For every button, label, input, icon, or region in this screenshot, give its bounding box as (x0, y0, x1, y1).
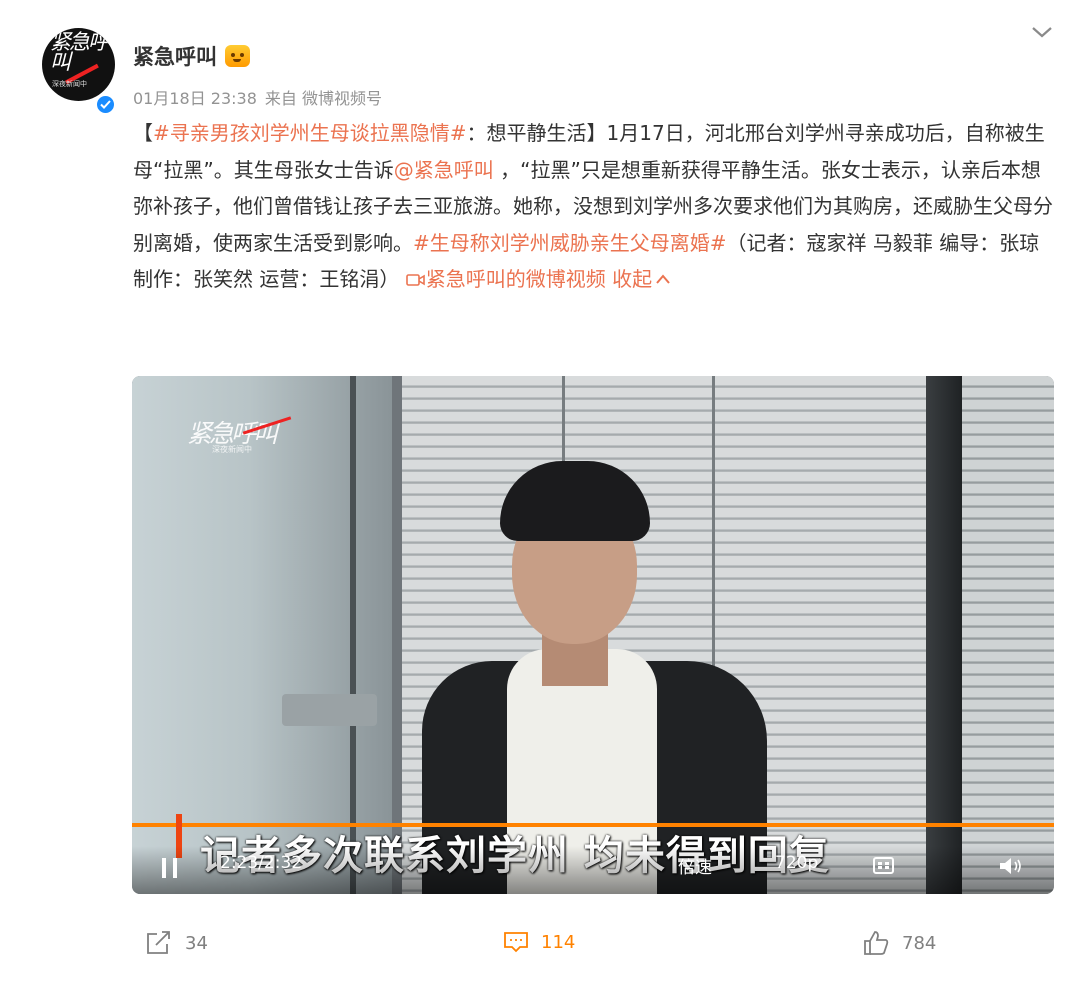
avatar-logo-text: 紧急呼叫 (50, 30, 109, 74)
comment-button[interactable]: 114 (503, 930, 575, 954)
repost-count: 34 (185, 932, 208, 954)
repost-button[interactable]: 34 (145, 930, 208, 956)
verified-check-icon (95, 94, 116, 115)
comment-icon (504, 932, 528, 953)
like-count: 784 (902, 932, 937, 954)
video-watermark-tag: 深夜新闻中 (212, 445, 252, 454)
video-door-handle (282, 694, 377, 726)
video-window-frame (926, 376, 962, 894)
video-icon (405, 267, 426, 291)
video-blinds-right (962, 376, 1054, 894)
like-icon (864, 931, 889, 955)
hashtag-link[interactable]: #寻亲男孩刘学州生母谈拉黑隐情# (153, 121, 467, 145)
avatar-tagline: 深夜新闻中 (52, 80, 87, 88)
hashtag-link[interactable]: #生母称刘学州威胁亲生父母离婚# (413, 231, 727, 255)
chevron-down-icon[interactable] (1030, 22, 1054, 42)
video-door-frame (350, 376, 356, 894)
collapse-link[interactable]: 收起 (606, 267, 652, 291)
post-text-segment: 【 (133, 121, 153, 145)
badge-mouth (233, 59, 241, 62)
pause-icon[interactable] (162, 858, 178, 878)
repost-icon (147, 931, 170, 954)
post-text: 【#寻亲男孩刘学州生母谈拉黑隐情#：想平静生活】1月17日，河北邢台刘学州寻亲成… (133, 115, 1058, 298)
speed-button[interactable]: 倍速 (678, 853, 712, 878)
post-timestamp[interactable]: 01月18日 23:38 (133, 89, 257, 108)
author-name[interactable]: 紧急呼叫 (133, 41, 217, 71)
video-player[interactable]: 紧急呼叫 深夜新闻中 记者多次联系刘学州 均未得到回复 2:23/2:32 倍速… (132, 376, 1054, 894)
action-bar: 34 114 784 (0, 930, 1080, 960)
post-meta: 01月18日 23:38 来自 微博视频号 (133, 85, 390, 109)
volume-icon[interactable] (998, 855, 1024, 877)
post-source: 来自 微博视频号 (264, 89, 383, 108)
pause-bar-left (162, 858, 166, 878)
video-link[interactable]: 紧急呼叫的微博视频 (426, 267, 606, 291)
author-row: 紧急呼叫 (133, 41, 250, 71)
chevron-up-icon[interactable] (652, 267, 671, 291)
comment-count: 114 (541, 931, 576, 953)
badge-eye-right (240, 53, 244, 57)
pause-bar-right (173, 858, 177, 878)
video-time: 2:23/2:32 (220, 853, 303, 873)
badge-eye-left (231, 53, 235, 57)
quality-button[interactable]: 720p (775, 853, 818, 873)
video-controls: 2:23/2:32 倍速 720p (132, 846, 1054, 894)
fullscreen-icon[interactable] (873, 855, 894, 876)
person-hair (500, 461, 650, 541)
vip-badge-icon[interactable] (225, 45, 250, 67)
like-button[interactable]: 784 (862, 930, 936, 956)
mention-link[interactable]: @紧急呼叫 (394, 158, 494, 182)
avatar[interactable]: 紧急呼叫 深夜新闻中 (42, 28, 115, 101)
